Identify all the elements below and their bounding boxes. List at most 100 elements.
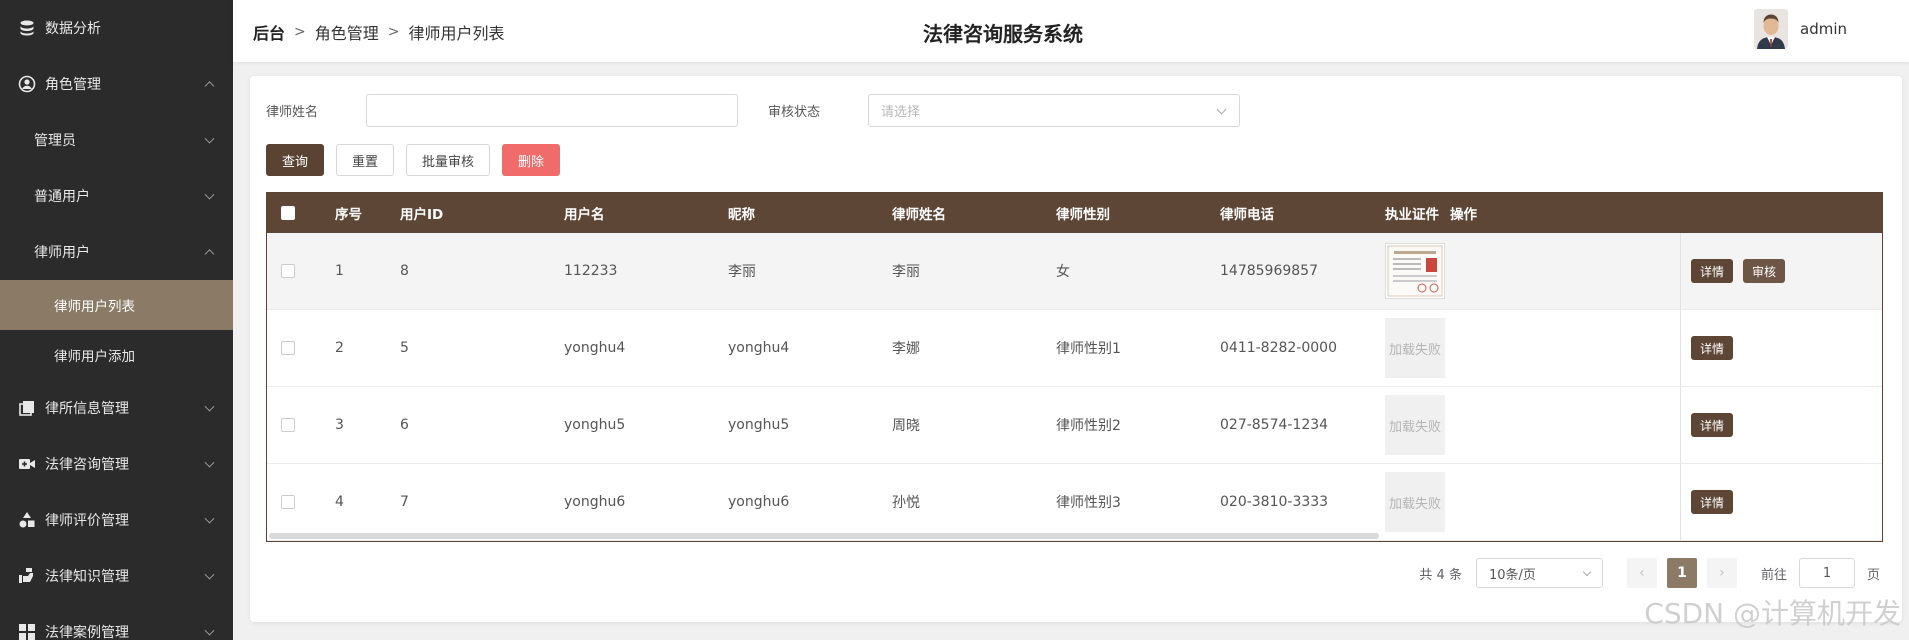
sidebar-item-lawyer-add[interactable]: 律师用户添加 — [0, 330, 233, 380]
sidebar-item-label: 管理员 — [34, 133, 76, 149]
license-load-failed: 加载失败 — [1385, 395, 1445, 455]
chevron-down-icon — [204, 457, 215, 468]
cell-no: 1 — [335, 263, 344, 279]
page-unit-label: 页 — [1866, 567, 1880, 583]
row-checkbox[interactable] — [281, 264, 295, 278]
cell-phone: 027-8574-1234 — [1220, 417, 1329, 433]
table-row[interactable]: 4 7 yonghu6 yonghu6 孙悦 律师性别3 020-3810-33… — [267, 464, 1882, 541]
cell-id: 8 — [400, 263, 409, 279]
pagination: 共 4 条 10条/页 ‹ 1 › 前往 1 页 — [1419, 558, 1880, 588]
column-header: 律师姓名 — [892, 207, 946, 223]
action-cell: 详情 — [1680, 464, 1882, 540]
sidebar-item-label: 律师用户 — [34, 245, 90, 261]
row-checkbox[interactable] — [281, 418, 295, 432]
chevron-down-icon — [204, 625, 215, 636]
sidebar-item-label: 律师用户列表 — [54, 299, 135, 315]
cell-phone: 0411-8282-0000 — [1220, 340, 1337, 356]
chevron-up-icon — [204, 81, 215, 92]
page-title: 法律咨询服务系统 — [923, 22, 1083, 46]
cell-nickname: yonghu5 — [728, 417, 790, 433]
username[interactable]: admin — [1800, 20, 1847, 38]
chevron-up-icon — [204, 249, 215, 260]
page-size-value: 10条/页 — [1488, 567, 1536, 583]
cell-gender: 律师性别1 — [1056, 341, 1121, 357]
column-header: 序号 — [335, 207, 362, 223]
detail-button[interactable]: 详情 — [1691, 259, 1734, 283]
cell-gender: 律师性别3 — [1056, 495, 1121, 511]
detail-button[interactable]: 详情 — [1691, 490, 1734, 514]
audit-status-select[interactable]: 请选择 — [868, 94, 1240, 127]
table-row[interactable]: 1 8 112233 李丽 李丽 女 14785969857 详情 审核 — [267, 233, 1882, 310]
top-header: 后台 > 角色管理 > 律师用户列表 法律咨询服务系统 admin — [233, 0, 1909, 62]
audit-status-label: 审核状态 — [768, 105, 821, 120]
sidebar-item-lawyer-users[interactable]: 律师用户 — [0, 224, 233, 280]
reset-button[interactable]: 重置 — [336, 144, 395, 176]
cell-name: 李娜 — [892, 341, 920, 357]
sidebar-item-legal-cases[interactable]: 法律案例管理 — [0, 604, 233, 640]
delete-button[interactable]: 删除 — [502, 144, 561, 176]
select-placeholder: 请选择 — [881, 105, 921, 120]
chevron-right-icon: > — [294, 24, 306, 40]
sidebar-item-label: 法律知识管理 — [45, 569, 129, 585]
chevron-right-icon: > — [387, 24, 400, 40]
breadcrumb-item[interactable]: 角色管理 — [315, 20, 379, 44]
table-row[interactable]: 2 5 yonghu4 yonghu4 李娜 律师性别1 0411-8282-0… — [267, 310, 1882, 387]
sidebar-item-lawyer-list[interactable]: 律师用户列表 — [0, 280, 233, 330]
action-cell: 详情 审核 — [1680, 233, 1882, 309]
next-page-button[interactable]: › — [1706, 558, 1737, 588]
table-row[interactable]: 3 6 yonghu5 yonghu5 周晓 律师性别2 027-8574-12… — [267, 387, 1882, 464]
sidebar-item-lawyer-review[interactable]: 律师评价管理 — [0, 492, 233, 548]
prev-page-button[interactable]: ‹ — [1626, 558, 1657, 588]
cell-id: 6 — [400, 417, 409, 433]
chevron-down-icon — [204, 569, 215, 580]
search-form: 律师姓名 审核状态 请选择 — [266, 94, 1240, 127]
breadcrumb-item[interactable]: 后台 — [253, 20, 285, 44]
license-load-failed: 加载失败 — [1385, 318, 1445, 378]
detail-button[interactable]: 详情 — [1691, 413, 1734, 437]
hand-icon — [16, 565, 38, 587]
cell-name: 李丽 — [892, 264, 920, 280]
horizontal-scrollbar[interactable] — [269, 533, 1379, 539]
column-header: 执业证件 — [1385, 207, 1439, 223]
lawyer-name-input[interactable] — [366, 94, 738, 127]
chevron-down-icon — [204, 189, 215, 200]
row-checkbox[interactable] — [281, 495, 295, 509]
total-count: 共 4 条 — [1419, 567, 1462, 583]
main-panel: 律师姓名 审核状态 请选择 查询 重置 批量审核 删除 序号 用户ID 用户名 … — [250, 76, 1902, 622]
sidebar-item-label: 律师用户添加 — [54, 349, 135, 365]
shapes-icon — [16, 509, 38, 531]
cell-name: 孙悦 — [892, 495, 920, 511]
column-header: 操作 — [1450, 207, 1477, 223]
page-number-button[interactable]: 1 — [1666, 558, 1697, 588]
sidebar-item-normal-users[interactable]: 普通用户 — [0, 168, 233, 224]
sidebar-item-data-analysis[interactable]: 数据分析 — [0, 0, 233, 56]
column-header: 用户ID — [400, 207, 444, 223]
table-header: 序号 用户ID 用户名 昵称 律师姓名 律师性别 律师电话 执业证件 操作 — [267, 193, 1882, 233]
goto-page-input[interactable]: 1 — [1798, 558, 1855, 588]
batch-audit-button[interactable]: 批量审核 — [406, 144, 491, 176]
cell-gender: 女 — [1056, 264, 1070, 280]
goto-label: 前往 — [1760, 567, 1787, 583]
avatar[interactable] — [1754, 9, 1788, 49]
user-menu[interactable]: admin — [1754, 9, 1847, 49]
sidebar-item-legal-knowledge[interactable]: 法律知识管理 — [0, 548, 233, 604]
grid-icon — [16, 621, 38, 640]
sidebar-item-law-firm[interactable]: 律所信息管理 — [0, 380, 233, 436]
sidebar-item-label: 律师评价管理 — [45, 513, 129, 529]
sidebar-item-consultation[interactable]: 法律咨询管理 — [0, 436, 233, 492]
sidebar-item-role-management[interactable]: 角色管理 — [0, 56, 233, 112]
sidebar-item-admin[interactable]: 管理员 — [0, 112, 233, 168]
cell-username: yonghu4 — [564, 340, 626, 356]
row-checkbox[interactable] — [281, 341, 295, 355]
audit-button[interactable]: 审核 — [1743, 259, 1786, 283]
cell-no: 4 — [335, 494, 344, 510]
query-button[interactable]: 查询 — [266, 144, 325, 176]
license-image[interactable] — [1385, 243, 1445, 299]
user-circle-icon — [16, 73, 38, 95]
select-all-checkbox[interactable] — [281, 206, 295, 220]
detail-button[interactable]: 详情 — [1691, 336, 1734, 360]
cell-username: 112233 — [564, 263, 618, 279]
lawyer-table: 序号 用户ID 用户名 昵称 律师姓名 律师性别 律师电话 执业证件 操作 1 … — [266, 192, 1883, 542]
page-size-select[interactable]: 10条/页 — [1475, 558, 1603, 588]
lawyer-name-label: 律师姓名 — [266, 105, 319, 120]
